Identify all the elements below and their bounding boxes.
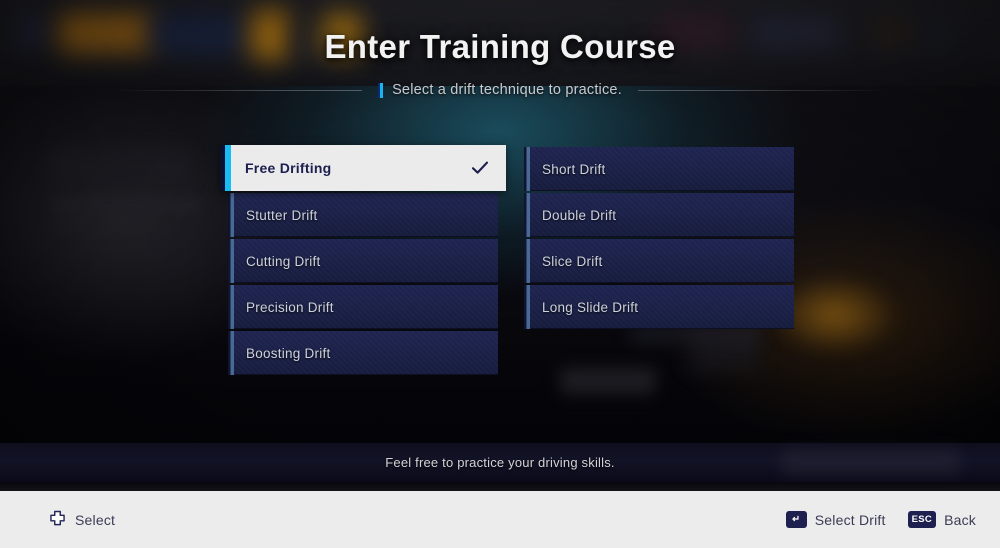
row-accent-icon	[524, 147, 530, 191]
row-accent-icon	[228, 239, 234, 283]
hint-label: Select Drift	[814, 511, 886, 528]
hint-select[interactable]: Select	[48, 510, 115, 529]
game-menu-screen: Enter Training Course Select a drift tec…	[0, 0, 1000, 548]
row-accent-icon	[228, 193, 234, 237]
check-icon	[471, 161, 489, 174]
esc-key-icon: ESC	[907, 511, 937, 528]
hint-select-drift[interactable]: ↵ Select Drift	[785, 511, 886, 528]
menu-item-boosting-drift[interactable]: Boosting Drift	[228, 331, 498, 375]
subtitle-row: Select a drift technique to practice.	[0, 79, 1000, 101]
status-message: Feel free to practice your driving skill…	[385, 455, 615, 470]
footer-hint-bar: Select ↵ Select Drift ESC Back	[0, 491, 1000, 548]
menu-item-label: Short Drift	[542, 161, 606, 177]
menu-item-label: Cutting Drift	[246, 253, 321, 269]
row-accent-icon	[524, 239, 530, 283]
enter-key-icon: ↵	[785, 511, 807, 528]
hint-label: Select	[75, 511, 116, 528]
accent-bar-icon	[378, 82, 384, 98]
header: Enter Training Course Select a drift tec…	[0, 0, 1000, 106]
hint-back[interactable]: ESC Back	[907, 511, 976, 528]
selection-accent-icon	[220, 145, 231, 191]
menu-item-label: Precision Drift	[246, 299, 334, 315]
background-ghost-card	[782, 449, 960, 475]
menu-column-left: Free Drifting Stutter Drift Cutting Drif…	[220, 145, 506, 377]
status-band: Feel free to practice your driving skill…	[0, 443, 1000, 482]
menu-item-label: Slice Drift	[542, 253, 603, 269]
menu-column-right: Short Drift Double Drift Slice Drift Lon…	[524, 147, 794, 331]
menu-item-label: Stutter Drift	[246, 207, 318, 223]
footer-right-hints: ↵ Select Drift ESC Back	[785, 511, 976, 528]
footer-left-hints: Select	[48, 510, 115, 529]
menu-item-free-drifting[interactable]: Free Drifting	[220, 145, 506, 191]
menu-item-long-slide-drift[interactable]: Long Slide Drift	[524, 285, 794, 329]
menu-item-label: Free Drifting	[245, 160, 332, 176]
menu-item-label: Boosting Drift	[246, 345, 331, 361]
menu-item-slice-drift[interactable]: Slice Drift	[524, 239, 794, 283]
subtitle: Select a drift technique to practice.	[392, 82, 622, 98]
row-accent-icon	[524, 285, 530, 329]
menu-item-cutting-drift[interactable]: Cutting Drift	[228, 239, 498, 283]
page-title: Enter Training Course	[324, 28, 676, 65]
dpad-icon	[50, 510, 65, 526]
row-accent-icon	[228, 331, 234, 375]
menu-item-label: Long Slide Drift	[542, 299, 639, 315]
menu-item-stutter-drift[interactable]: Stutter Drift	[228, 193, 498, 237]
divider-left	[112, 89, 363, 91]
band-fade	[0, 482, 1000, 491]
subtitle-group: Select a drift technique to practice.	[362, 82, 638, 98]
menu-item-precision-drift[interactable]: Precision Drift	[228, 285, 498, 329]
menu-item-label: Double Drift	[542, 207, 617, 223]
divider-right	[637, 89, 888, 91]
row-accent-icon	[228, 285, 234, 329]
row-accent-icon	[524, 193, 530, 237]
menu-item-short-drift[interactable]: Short Drift	[524, 147, 794, 191]
menu-item-double-drift[interactable]: Double Drift	[524, 193, 794, 237]
hint-label: Back	[944, 511, 976, 528]
